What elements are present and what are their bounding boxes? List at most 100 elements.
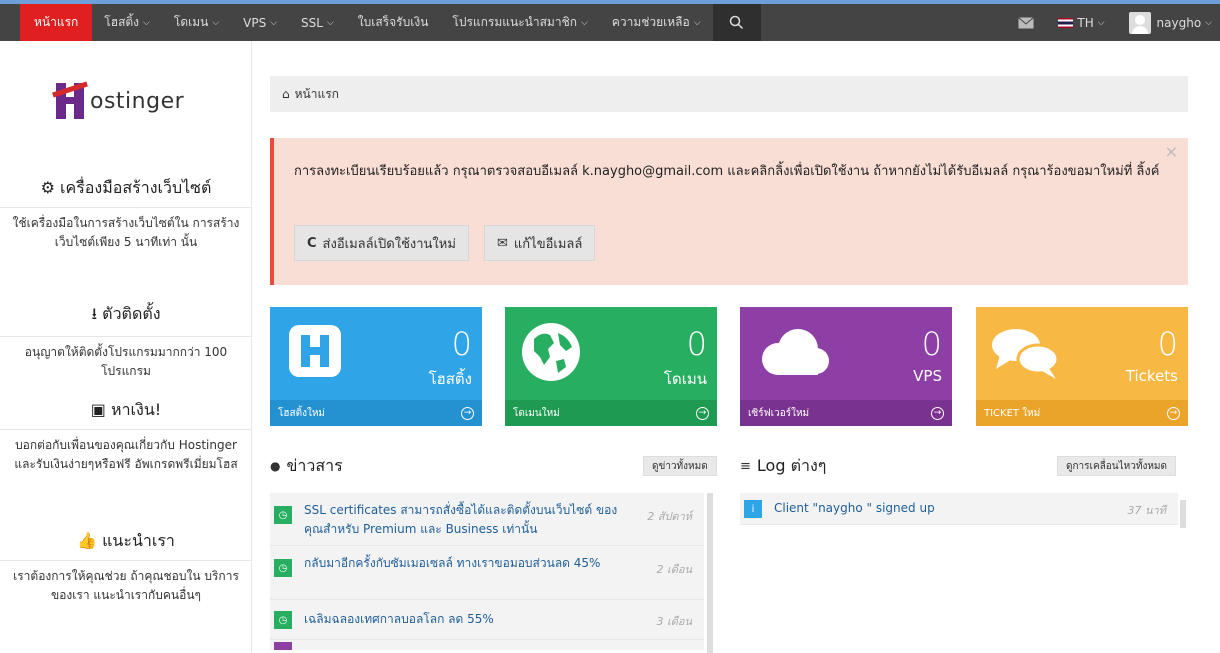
section-title: ▣ หาเงิน! (0, 398, 252, 430)
section-title-text: ตัวติดตั้ง (102, 304, 161, 323)
tile-count: 0 (921, 325, 942, 363)
cloud-icon (762, 329, 829, 375)
sidebar-section-earn[interactable]: ▣ หาเงิน! บอกต่อกับเพื่อนของคุณเกี่ยวกับ… (0, 398, 252, 474)
alert-message: การลงทะเบียนเรียบร้อยแล้ว กรุณาตรวจสอบอี… (294, 164, 1160, 179)
section-title: ⭳ ตัวติดตั้ง (0, 302, 252, 337)
tile-footer[interactable]: เซิร์ฟเวอร์ใหม่ → (740, 400, 952, 426)
nav-hosting[interactable]: โฮสติ้ง ⌵ (92, 4, 162, 41)
chevron-down-icon: ⌵ (1205, 17, 1212, 28)
nav-referral[interactable]: โปรแกรมแนะนำสมาชิก ⌵ (440, 4, 599, 41)
sidebar-section-installer[interactable]: ⭳ ตัวติดตั้ง อนุญาตให้ติดตั้งโปรแกรมมากก… (0, 302, 252, 381)
tile-footer-label: โดเมนใหม่ (513, 407, 560, 419)
chat-bubbles-icon (992, 329, 1060, 379)
tile-footer[interactable]: TICKET ใหม่ → (976, 400, 1188, 426)
tile-footer[interactable]: โฮสติ้งใหม่ → (270, 400, 482, 426)
chevron-down-icon: ⌵ (693, 17, 701, 28)
chevron-down-icon: ⌵ (1097, 17, 1105, 28)
close-icon[interactable]: × (1165, 142, 1178, 161)
breadcrumb: ⌂ หน้าแรก (270, 76, 1188, 112)
list-item[interactable]: ◷ SSL certificates สามารถสั่งซื้อได้และต… (270, 493, 704, 546)
domain-tile[interactable]: 0 โดเมน โดเมนใหม่ → (505, 307, 717, 426)
hostinger-logo[interactable]: ostinger (52, 79, 224, 123)
envelope-icon: ✉ (497, 235, 508, 251)
log-scrollbar[interactable] (1180, 500, 1186, 528)
tile-body: 0 โดเมน (505, 307, 717, 400)
sidebar-section-recommend[interactable]: 👍 แนะนำเรา เราต้องการให้คุณช่วย ถ้าคุณชอ… (0, 529, 252, 605)
nav-vps-label: VPS (243, 15, 267, 30)
nav-home[interactable]: หน้าแรก (20, 4, 93, 48)
search-button[interactable] (712, 4, 761, 41)
resend-activation-button[interactable]: C ส่งอีเมลล์เปิดใช้งานใหม่ (294, 225, 469, 261)
section-title-text: เครื่องมือสร้างเว็บไซต์ (60, 178, 212, 197)
hosting-h-icon (289, 325, 341, 377)
avatar (1128, 11, 1151, 34)
list-item (270, 640, 704, 650)
nav-ssl[interactable]: SSL ⌵ (289, 4, 346, 41)
tickets-tile[interactable]: 0 Tickets TICKET ใหม่ → (976, 307, 1188, 426)
section-title-text: หาเงิน! (111, 400, 162, 419)
list-item[interactable]: i Client "naygho " signed up 37 นาที (740, 493, 1178, 525)
gears-icon: ⚙ (40, 178, 55, 197)
language-label: TH (1077, 15, 1094, 30)
chevron-down-icon: ⌵ (270, 17, 278, 28)
sidebar-section-website-builder[interactable]: ⚙ เครื่องมือสร้างเว็บไซต์ ใช้เครื่องมือใ… (0, 176, 252, 252)
list-item[interactable]: ◷ เฉลิมฉลองเทศกาลบอลโลก ลด 55% 3 เดือน (270, 600, 704, 640)
tile-count: 0 (686, 325, 707, 363)
view-all-log-button[interactable]: ดูการเคลื่อนไหวทั้งหมด (1057, 456, 1177, 476)
logo-mark-icon (52, 81, 88, 121)
section-title: ⚙ เครื่องมือสร้างเว็บไซต์ (0, 176, 252, 208)
section-text: บอกต่อกับเพื่อนของคุณเกี่ยวกับ Hostinger… (14, 438, 238, 471)
sidebar: ostinger ⚙ เครื่องมือสร้างเว็บไซต์ ใช้เค… (0, 41, 252, 653)
nav-domain-label: โดเมน (173, 15, 209, 29)
chevron-down-icon: ⌵ (143, 17, 150, 28)
news-scrollbar[interactable] (707, 493, 713, 653)
resend-activation-label: ส่งอีเมลล์เปิดใช้งานใหม่ (322, 236, 456, 252)
nav-help[interactable]: ความช่วยเหลือ ⌵ (600, 4, 713, 41)
nav-hosting-label: โฮสติ้ง (104, 15, 140, 29)
messages-button[interactable] (1006, 4, 1046, 41)
arrow-right-icon: → (1167, 406, 1180, 420)
nav-domain[interactable]: โดเมน ⌵ (162, 4, 231, 41)
list-item[interactable]: ◷ กลับมาอีกครั้งกับซัมเมอเซลล์ ทางเราขอม… (270, 546, 704, 600)
tile-label: โฮสติ้ง (428, 370, 472, 388)
search-icon (729, 15, 744, 30)
log-list: i Client "naygho " signed up 37 นาที (740, 493, 1178, 525)
news-panel-header: ● ข่าวสาร (270, 453, 343, 479)
tile-label: Tickets (1125, 367, 1178, 385)
edit-email-button[interactable]: ✉ แก้ไขอีเมลล์ (484, 225, 596, 261)
nav-invoices[interactable]: ใบเสร็จรับเงิน (346, 4, 441, 41)
nav-invoices-label: ใบเสร็จรับเงิน (357, 15, 429, 29)
news-item-time: 3 เดือน (656, 615, 692, 628)
arrow-right-icon: → (696, 406, 709, 420)
globe-icon (522, 323, 580, 381)
tile-footer[interactable]: โดเมนใหม่ → (505, 400, 717, 426)
news-item-time: 2 เดือน (656, 563, 692, 576)
news-item-text[interactable]: SSL certificates สามารถสั่งซื้อได้และติด… (304, 501, 634, 539)
tile-body: 0 VPS (740, 307, 952, 400)
user-menu[interactable]: naygho ⌵ (1117, 4, 1220, 41)
thai-flag-icon (1058, 17, 1074, 28)
section-title-text: แนะนำเรา (102, 531, 175, 550)
section-title: 👍 แนะนำเรา (0, 529, 252, 561)
language-selector[interactable]: TH ⌵ (1046, 4, 1116, 41)
download-icon: ⭳ (91, 304, 98, 323)
tile-footer-label: เซิร์ฟเวอร์ใหม่ (748, 407, 810, 419)
username: naygho (1156, 15, 1202, 30)
log-panel-header: ≡ Log ต่างๆ (740, 453, 826, 479)
logo-text: ostinger (90, 88, 185, 114)
vps-tile[interactable]: 0 VPS เซิร์ฟเวอร์ใหม่ → (740, 307, 952, 426)
view-all-news-button[interactable]: ดูข่าวทั้งหมด (643, 456, 717, 476)
nav-vps[interactable]: VPS ⌵ (231, 4, 289, 41)
nav-referral-label: โปรแกรมแนะนำสมาชิก (452, 15, 577, 29)
clock-icon: ◷ (274, 559, 292, 577)
arrow-right-icon: → (931, 406, 944, 420)
envelope-icon (1018, 16, 1035, 28)
section-text: ใช้เครื่องมือในการสร้างเว็บไซต์ใน การสร้… (12, 216, 240, 249)
thumbs-up-icon: 👍 (77, 531, 97, 550)
news-item-text[interactable]: เฉลิมฉลองเทศกาลบอลโลก ลด 55% (304, 610, 614, 629)
breadcrumb-home[interactable]: หน้าแรก (295, 85, 339, 104)
hosting-tile[interactable]: 0 โฮสติ้ง โฮสติ้งใหม่ → (270, 307, 482, 426)
tile-body: 0 Tickets (976, 307, 1188, 400)
news-item-text[interactable]: กลับมาอีกครั้งกับซัมเมอเซลล์ ทางเราขอมอบ… (304, 554, 614, 573)
info-icon: i (744, 500, 762, 518)
